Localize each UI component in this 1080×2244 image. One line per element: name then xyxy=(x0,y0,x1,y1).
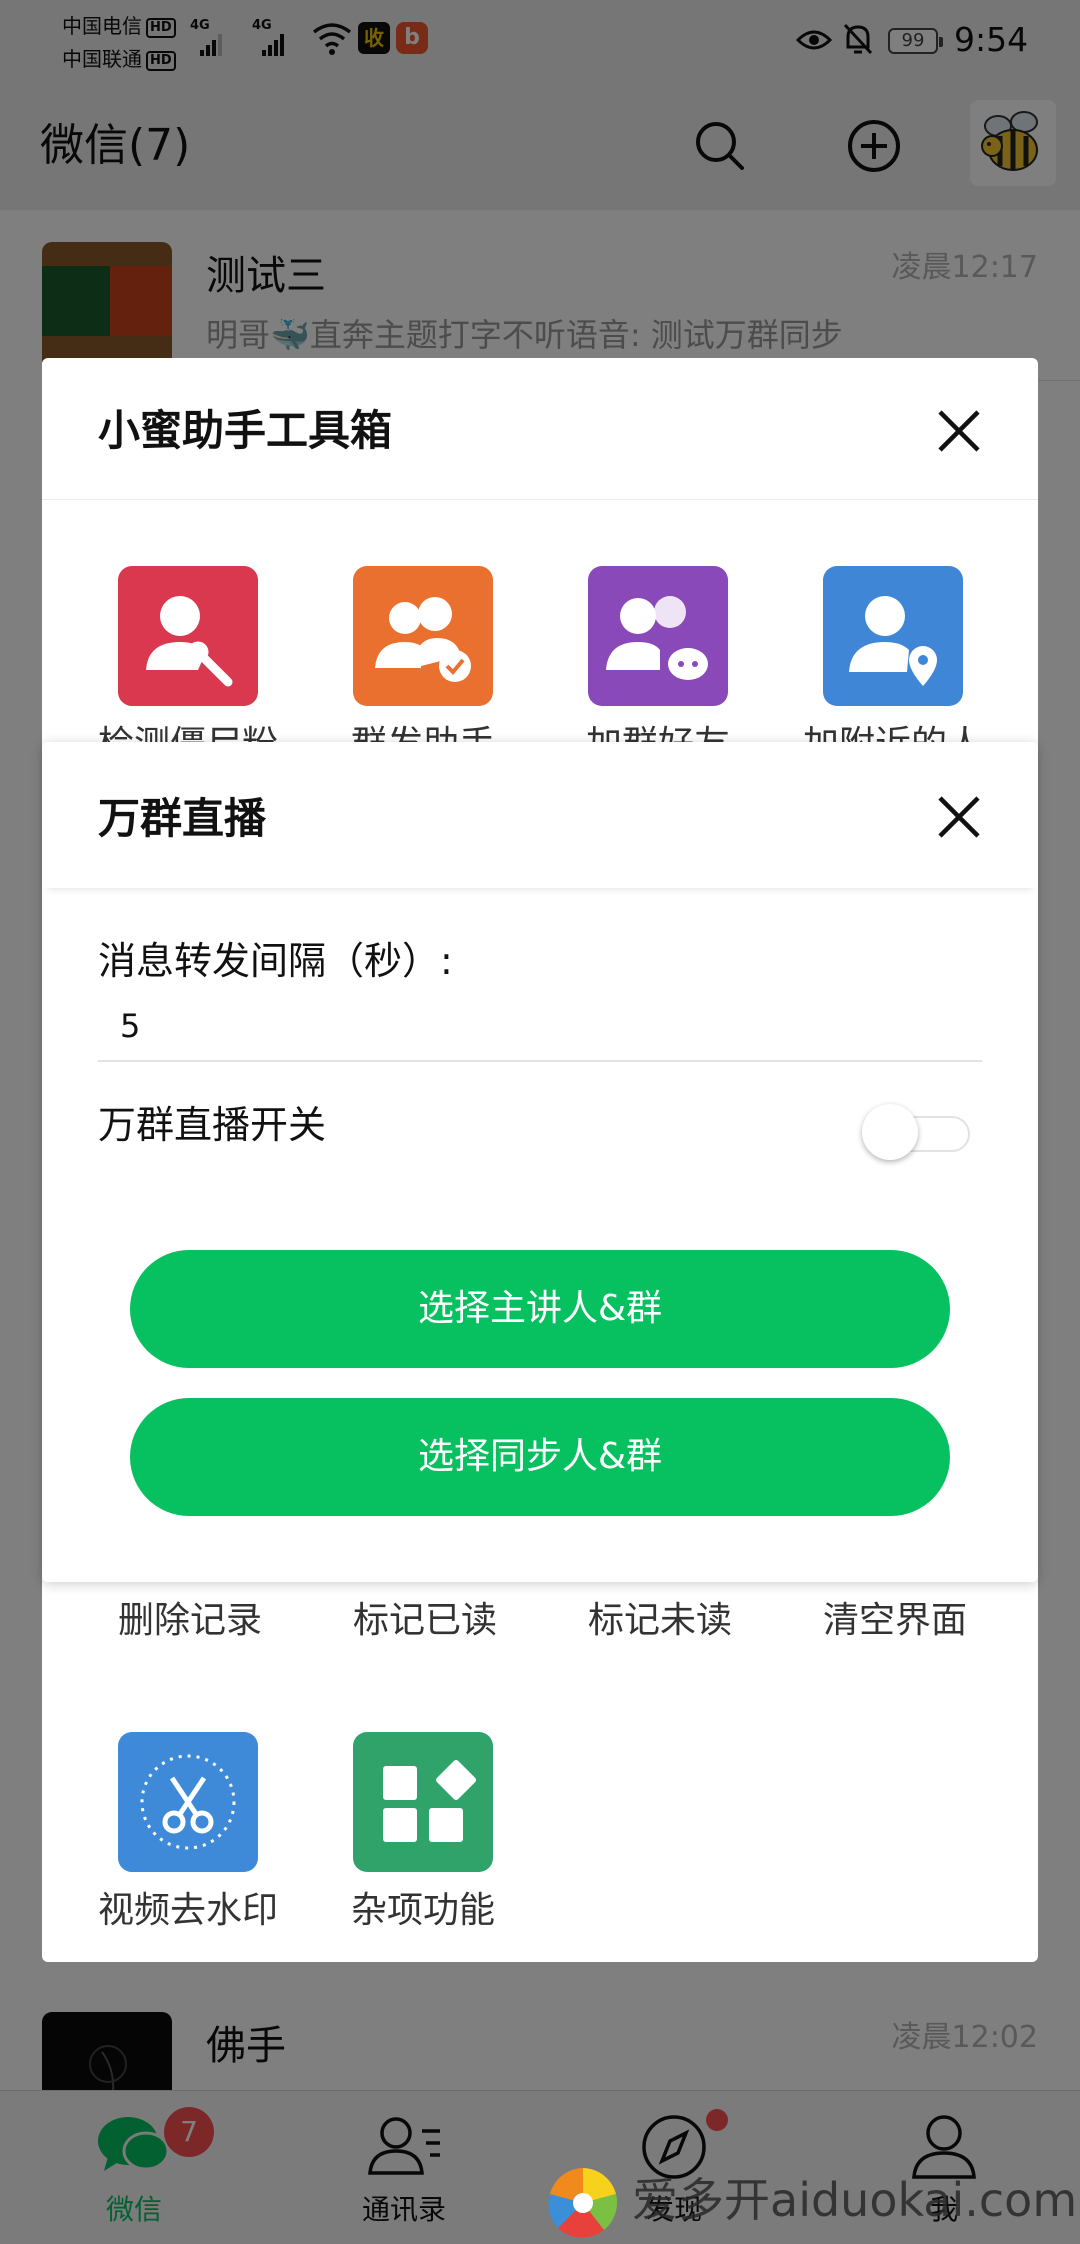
dialog-title: 万群直播 xyxy=(98,794,267,843)
select-sync-button[interactable]: 选择同步人&群 xyxy=(130,1398,950,1516)
text-tools-row: 删除记录 标记已读 标记未读 清空界面 xyxy=(42,1586,1038,1666)
user-wrench-icon xyxy=(118,566,258,706)
scissors-icon xyxy=(118,1732,258,1872)
watermark: 爱多开aiduokai.com xyxy=(540,2156,1080,2244)
close-icon[interactable] xyxy=(936,794,982,840)
watermark-text: 爱多开aiduokai.com xyxy=(632,2173,1078,2227)
toolbox-title: 小蜜助手工具箱 xyxy=(98,406,393,455)
tool-label: 杂项功能 xyxy=(350,1890,495,1931)
tool-clear-screen[interactable]: 清空界面 xyxy=(775,1598,1015,1644)
toggle-knob xyxy=(862,1104,918,1160)
switch-label: 万群直播开关 xyxy=(98,1103,327,1147)
tool-add-group-friends[interactable]: 加群好友 xyxy=(546,566,746,766)
select-speaker-button[interactable]: 选择主讲人&群 xyxy=(130,1250,950,1368)
dialog-header: 万群直播 xyxy=(42,742,1038,888)
tool-remove-watermark[interactable]: 视频去水印 xyxy=(76,1732,278,1932)
tool-mark-read[interactable]: 标记已读 xyxy=(305,1598,545,1644)
tool-misc[interactable]: 杂项功能 xyxy=(311,1732,511,1932)
interval-input[interactable] xyxy=(98,992,982,1062)
live-broadcast-dialog: 万群直播 消息转发间隔（秒）: 万群直播开关 选择主讲人&群 选择同步人&群 xyxy=(42,742,1038,1582)
tool-detect-zombie[interactable]: 检测僵尸粉 xyxy=(76,566,278,766)
tool-mark-unread[interactable]: 标记未读 xyxy=(540,1598,780,1644)
toolbox-header: 小蜜助手工具箱 xyxy=(42,358,1038,500)
tool-label: 视频去水印 xyxy=(97,1890,278,1931)
live-broadcast-toggle[interactable] xyxy=(862,1104,974,1160)
aiduokai-logo-icon xyxy=(548,2168,618,2238)
tool-add-nearby[interactable]: 加附近的人 xyxy=(781,566,983,766)
group-chat-icon xyxy=(588,566,728,706)
interval-label: 消息转发间隔（秒）: xyxy=(98,939,453,983)
user-location-icon xyxy=(823,566,963,706)
tool-delete-records[interactable]: 删除记录 xyxy=(70,1598,310,1644)
close-icon[interactable] xyxy=(936,408,982,454)
tool-mass-send[interactable]: 群发助手 xyxy=(311,566,511,766)
group-check-icon xyxy=(353,566,493,706)
apps-icon xyxy=(353,1732,493,1872)
